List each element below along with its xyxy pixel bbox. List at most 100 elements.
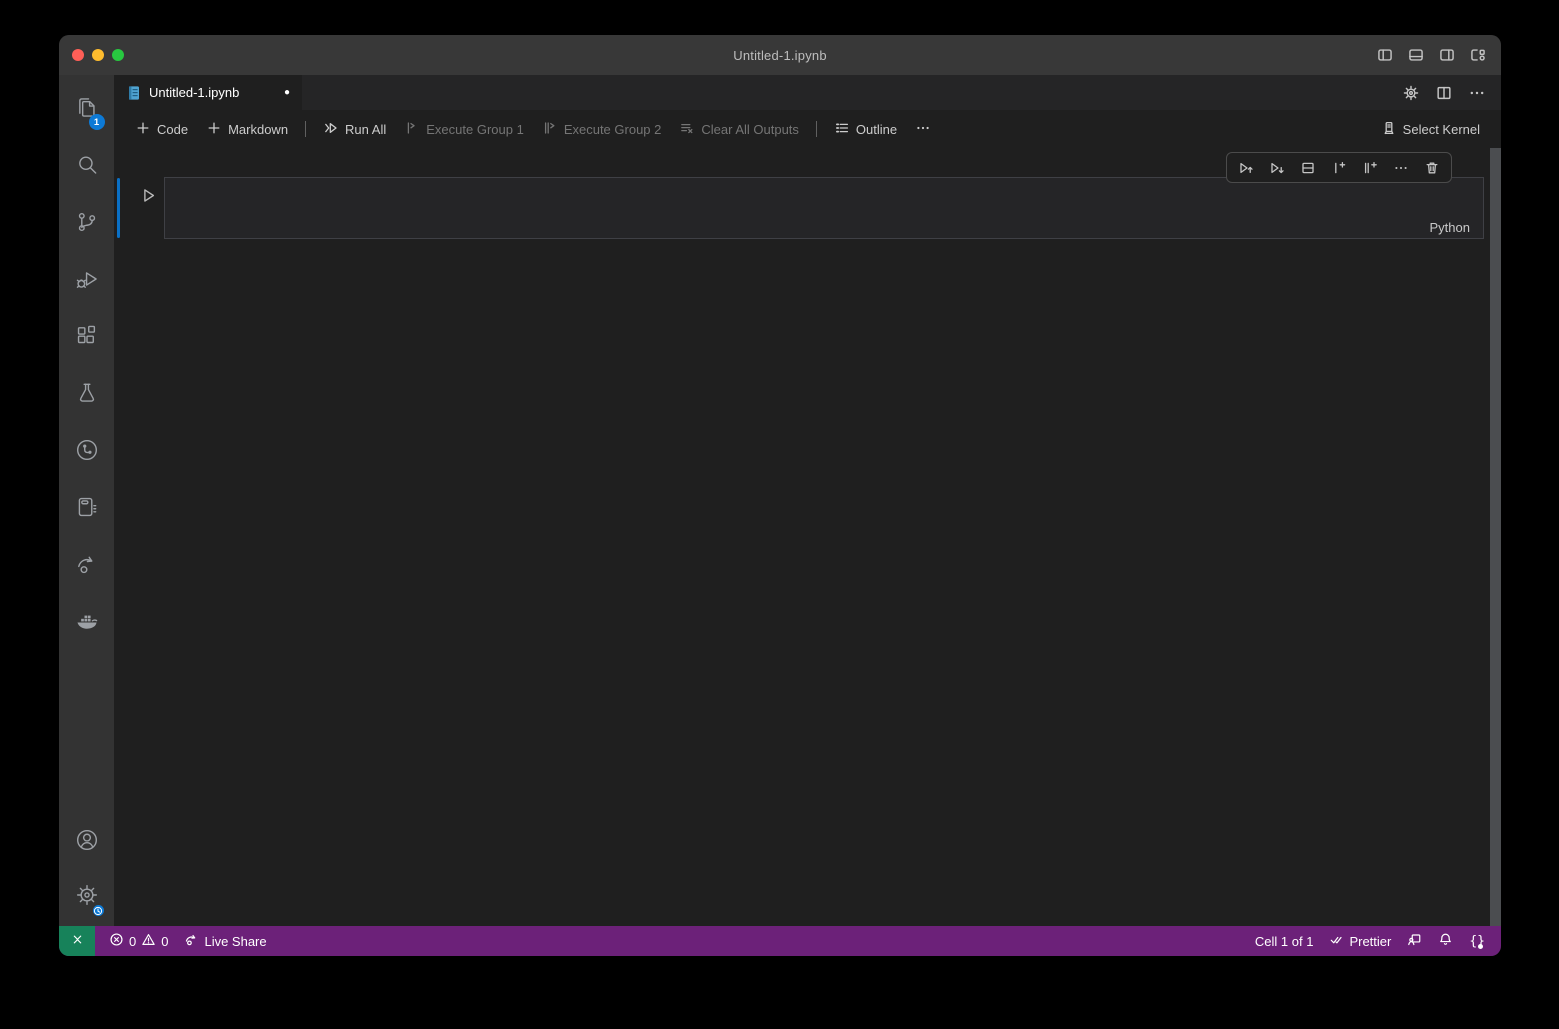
activity-bar-top: 1: [64, 87, 110, 646]
sidebar-item-docker[interactable]: [64, 600, 110, 646]
warning-icon: [141, 932, 156, 950]
toggle-primary-sidebar-icon[interactable]: [1376, 46, 1394, 64]
live-share-status-icon: [184, 932, 199, 950]
editor-actions: [1402, 75, 1501, 110]
run-all-button[interactable]: Run All: [315, 116, 394, 143]
notebook-cell: Python: [114, 177, 1484, 239]
clear-all-outputs-button[interactable]: Clear All Outputs: [671, 116, 807, 143]
execute-above-cells-icon[interactable]: [1232, 155, 1260, 181]
add-markdown-cell-button[interactable]: Markdown: [198, 116, 296, 143]
live-share-button[interactable]: Live Share: [176, 929, 274, 953]
vscode-window: Untitled-1.ipynb: [59, 35, 1501, 956]
account-icon: [74, 827, 100, 858]
feedback-button[interactable]: [1399, 929, 1430, 953]
prettier-status-button[interactable]: Prettier: [1321, 929, 1399, 953]
ellipsis-icon: [915, 120, 931, 139]
outline-label: Outline: [856, 122, 897, 137]
cell-language-picker[interactable]: Python: [1425, 218, 1475, 237]
layout-controls: [1376, 46, 1487, 64]
titlebar: Untitled-1.ipynb: [59, 35, 1501, 75]
toolbar-separator: [305, 121, 306, 137]
tab-label: Untitled-1.ipynb: [149, 85, 239, 100]
toggle-panel-icon[interactable]: [1407, 46, 1425, 64]
outline-list-icon: [834, 120, 850, 139]
braces-icon: { }: [1469, 934, 1485, 949]
remote-icon: [70, 932, 85, 950]
customize-layout-icon[interactable]: [1469, 46, 1487, 64]
accounts-button[interactable]: [64, 819, 110, 865]
execute-group-1-label: Execute Group 1: [426, 122, 524, 137]
extensions-icon: [74, 323, 100, 354]
kernel-icon: [1381, 120, 1397, 139]
notifications-button[interactable]: [1430, 929, 1461, 953]
sidebar-item-git-graph[interactable]: [64, 429, 110, 475]
problems-button[interactable]: 0 0: [101, 929, 176, 953]
activity-bar-bottom: [64, 819, 110, 920]
cell-position-label: Cell 1 of 1: [1255, 934, 1314, 949]
spell-checker-status-button[interactable]: { }: [1461, 929, 1493, 953]
dirty-indicator-icon: ●: [284, 88, 290, 98]
split-editor-icon[interactable]: [1435, 84, 1453, 102]
split-cell-icon[interactable]: [1294, 155, 1322, 181]
editor-area: Untitled-1.ipynb ●: [114, 75, 1501, 926]
sidebar-item-jupyter-notebook[interactable]: [64, 486, 110, 532]
activity-bar: 1: [59, 75, 114, 926]
editor-scrollbar[interactable]: [1490, 148, 1501, 926]
explorer-badge: 1: [89, 114, 105, 130]
execute-group-1-icon: [404, 120, 420, 139]
cell-focus-bar: [117, 178, 120, 238]
toggle-secondary-sidebar-icon[interactable]: [1438, 46, 1456, 64]
docker-icon: [74, 608, 100, 639]
toolbar-separator: [816, 121, 817, 137]
sidebar-item-live-share[interactable]: [64, 543, 110, 589]
source-control-icon: [74, 209, 100, 240]
insert-column-before-icon[interactable]: [1325, 155, 1353, 181]
prettier-label: Prettier: [1349, 934, 1391, 949]
execute-group-2-label: Execute Group 2: [564, 122, 662, 137]
notebook-settings-gear-icon[interactable]: [1402, 84, 1420, 102]
cell-position-indicator[interactable]: Cell 1 of 1: [1247, 929, 1322, 953]
double-check-icon: [1329, 932, 1344, 950]
notebook-toolbar: Code Markdown Run All Execute Group 1: [114, 110, 1501, 148]
select-kernel-label: Select Kernel: [1403, 122, 1480, 137]
status-bar: 0 0 Live Share Cell 1 of 1 Pr: [59, 926, 1501, 956]
live-share-label: Live Share: [204, 934, 266, 949]
cell-more-actions-icon[interactable]: [1387, 155, 1415, 181]
select-kernel-button[interactable]: Select Kernel: [1373, 116, 1488, 143]
add-code-cell-button[interactable]: Code: [127, 116, 196, 143]
brace-open: {: [1469, 934, 1477, 949]
window-title: Untitled-1.ipynb: [59, 48, 1501, 63]
clear-outputs-icon: [679, 120, 695, 139]
settings-button[interactable]: [64, 874, 110, 920]
flask-icon: [74, 380, 100, 411]
run-cell-button[interactable]: [137, 184, 159, 206]
more-actions-icon[interactable]: [1468, 84, 1486, 102]
execute-group-1-button[interactable]: Execute Group 1: [396, 116, 532, 143]
tab-untitled-1-ipynb[interactable]: Untitled-1.ipynb ●: [114, 75, 302, 110]
delete-cell-icon[interactable]: [1418, 155, 1446, 181]
notebook-body: Python: [114, 148, 1501, 926]
cell-editor[interactable]: [164, 177, 1484, 239]
sidebar-item-testing[interactable]: [64, 372, 110, 418]
sidebar-item-extensions[interactable]: [64, 315, 110, 361]
add-markdown-label: Markdown: [228, 122, 288, 137]
sidebar-item-explorer[interactable]: 1: [64, 87, 110, 133]
sidebar-item-source-control[interactable]: [64, 201, 110, 247]
insert-column-after-icon[interactable]: [1356, 155, 1384, 181]
screen: { "colors": { "status_purple": "#6c2179"…: [0, 0, 1559, 1029]
outline-button[interactable]: Outline: [826, 116, 905, 143]
sidebar-item-search[interactable]: [64, 144, 110, 190]
run-all-icon: [323, 120, 339, 139]
warning-count: 0: [161, 934, 168, 949]
add-code-label: Code: [157, 122, 188, 137]
braces-dot: [1478, 944, 1483, 949]
clear-all-outputs-label: Clear All Outputs: [701, 122, 799, 137]
bell-icon: [1438, 932, 1453, 950]
remote-indicator-button[interactable]: [59, 926, 95, 956]
execute-group-2-button[interactable]: Execute Group 2: [534, 116, 670, 143]
sidebar-item-run-debug[interactable]: [64, 258, 110, 304]
plus-icon: [135, 120, 151, 139]
toolbar-more-actions-button[interactable]: [907, 116, 939, 143]
execute-cell-and-below-icon[interactable]: [1263, 155, 1291, 181]
notebook-file-icon: [126, 85, 142, 101]
